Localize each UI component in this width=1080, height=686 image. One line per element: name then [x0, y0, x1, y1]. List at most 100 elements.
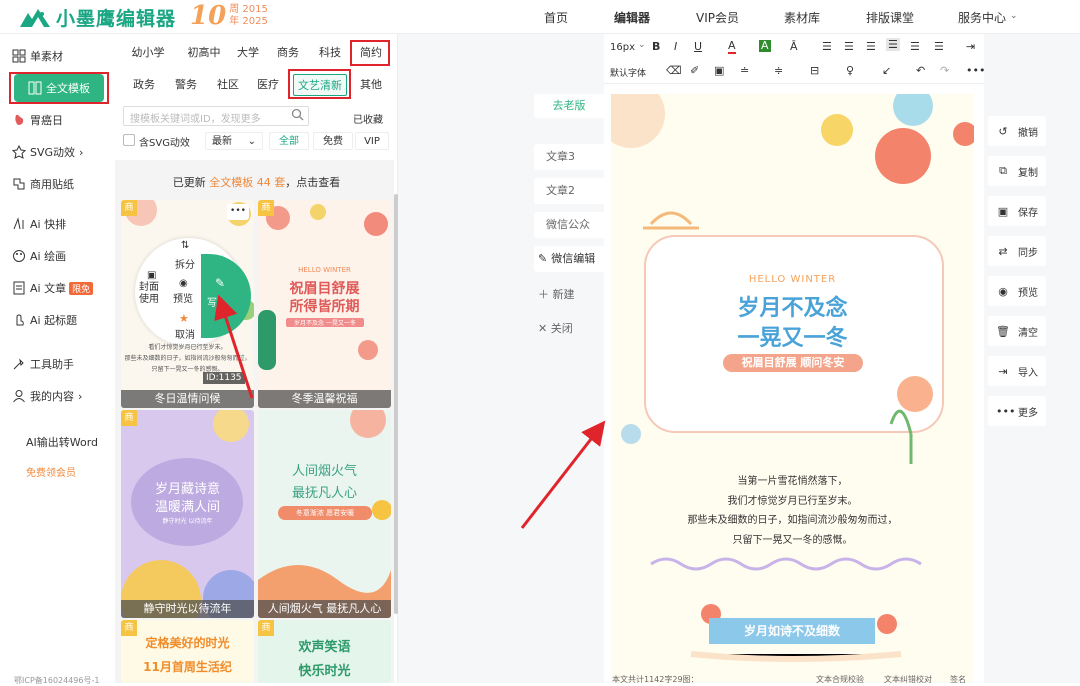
tag-medical[interactable]: 医疗	[251, 74, 285, 96]
font-size-select[interactable]: 16px	[610, 42, 635, 53]
close-article-button[interactable]: ✕ 关闭	[538, 320, 573, 336]
font-color-icon[interactable]: A	[728, 40, 736, 54]
preview-button[interactable]: ◉ 预览	[988, 276, 1046, 306]
import-icon[interactable]: ⇥	[966, 40, 975, 53]
nav-course[interactable]: 排版课堂	[866, 9, 914, 26]
article-tab-3[interactable]: 文章3	[534, 144, 604, 170]
undo-button[interactable]: ↺ 撤销	[988, 116, 1046, 146]
bold-icon[interactable]: B	[652, 40, 660, 53]
undo-icon[interactable]: ↶	[916, 64, 925, 77]
template-card-winter-greeting[interactable]: ✎ 写入 ⇅ 拆分 ▣ 封面使用 ◉ 预览 ★ 取消 看们才惊觉岁月已行至岁末。…	[121, 200, 254, 408]
article-tab-2[interactable]: 文章2	[534, 178, 604, 204]
logo[interactable]: 小墨鹰编辑器	[18, 4, 176, 31]
image-icon[interactable]: ▣	[714, 64, 724, 77]
filter-all[interactable]: 全部	[269, 132, 309, 150]
more-icon[interactable]: •••	[966, 64, 985, 77]
spacing-icon[interactable]: ≑	[774, 64, 783, 77]
italic-icon[interactable]: I	[674, 40, 677, 53]
divider-icon[interactable]: ≐	[740, 64, 749, 77]
new-article-button[interactable]: ＋ 新建	[538, 286, 575, 302]
nav-home[interactable]: 首页	[544, 9, 568, 26]
sidebar-item-ai-article[interactable]: Ai 文章 限免	[12, 274, 108, 302]
cancel-button[interactable]: 取消	[175, 326, 195, 341]
align-justify-icon[interactable]: ☰	[886, 38, 900, 51]
preview-button[interactable]: 预览	[173, 290, 193, 305]
old-version-button[interactable]: 去老版	[534, 94, 604, 118]
svg-checkbox[interactable]	[123, 134, 135, 146]
nav-service[interactable]: 服务中心	[958, 9, 1006, 26]
template-card-winter-wish[interactable]: HELLO WINTER 祝眉目舒展 所得皆所期 岁月不及念 一晃又一冬 商 冬…	[258, 200, 391, 408]
sidebar-item-stomach-day[interactable]: 胃癌日	[12, 106, 108, 134]
search-input[interactable]: 搜模板关键词或ID，发现更多	[123, 106, 309, 126]
arrow-icon[interactable]: ↙	[882, 64, 891, 77]
search-icon[interactable]	[291, 108, 304, 124]
template-card-fireworks[interactable]: 人间烟火气 最抚凡人心 冬意渐浓 愿君安暖 人间烟火气 最抚凡人心	[258, 410, 391, 618]
chevron-down-icon[interactable]: ⌄	[1010, 11, 1018, 21]
nav-materials[interactable]: 素材库	[784, 9, 820, 26]
article-tab-wechat[interactable]: 微信公众	[534, 212, 604, 238]
tag-middle-high[interactable]: 初高中	[179, 42, 229, 64]
sidebar-item-single[interactable]: 单素材	[12, 42, 108, 70]
cover-button[interactable]: 封面使用	[139, 282, 167, 306]
tag-simple[interactable]: 简约	[355, 42, 387, 64]
proofread-link[interactable]: 文本纠错校对	[884, 674, 932, 685]
template-panel: 幼小学 初高中 大学 商务 科技 简约 政务 警务 社区 医疗 文艺清新 其他 …	[115, 34, 398, 683]
save-button[interactable]: ▣ 保存	[988, 196, 1046, 226]
sidebar-item-full-template[interactable]: 全文模板	[14, 74, 104, 102]
tag-primary[interactable]: 幼小学	[123, 42, 173, 64]
template-card-laughter[interactable]: 欢声笑语 快乐时光 商	[258, 620, 391, 683]
sync-button[interactable]: ⇄ 同步	[988, 236, 1046, 266]
redo-icon[interactable]: ↷	[940, 64, 949, 77]
favorites-link[interactable]: 已收藏	[353, 111, 383, 126]
signature-link[interactable]: 签名	[950, 674, 966, 685]
frame-icon[interactable]: ⊟	[810, 64, 819, 77]
underline-icon[interactable]: U	[694, 40, 702, 53]
tag-gov[interactable]: 政务	[127, 74, 161, 96]
highlight-color-icon[interactable]: A	[759, 40, 771, 52]
tag-other[interactable]: 其他	[355, 74, 387, 96]
filter-vip[interactable]: VIP	[355, 132, 389, 150]
eraser-icon[interactable]: ⌫	[666, 64, 682, 77]
font-family-select[interactable]: 默认字体	[610, 66, 646, 79]
split-button[interactable]: 拆分	[175, 256, 195, 271]
template-card-good-times[interactable]: 定格美好的时光 11月首周生活纪 商	[121, 620, 254, 683]
more-button[interactable]: •••	[227, 204, 249, 220]
bulb-icon[interactable]: ♀	[846, 64, 854, 77]
sidebar-item-my-content[interactable]: 我的内容 ›	[12, 382, 108, 410]
line-height-icon[interactable]: ☰	[934, 40, 944, 53]
free-vip-link[interactable]: 免费领会员	[26, 464, 76, 479]
update-notice[interactable]: 已更新 全文模板 44 套，点击查看	[115, 174, 398, 190]
clear-format-icon[interactable]: Ā	[790, 40, 798, 53]
tag-university[interactable]: 大学	[231, 42, 265, 64]
align-center-icon[interactable]: ☰	[844, 40, 854, 53]
align-left-icon[interactable]: ☰	[822, 40, 832, 53]
clear-button[interactable]: 🗑 清空	[988, 316, 1046, 346]
ai-word-link[interactable]: AI输出转Word	[26, 434, 98, 450]
tag-literary[interactable]: 文艺清新	[293, 74, 347, 96]
poster-preview[interactable]: HELLO WINTER 岁月不及念 一晃又一冬 祝眉目舒展 顺问冬安 当第一片…	[611, 94, 974, 683]
nav-editor[interactable]: 编辑器	[614, 9, 650, 26]
anniversary-badge: 10 周 2015 年 2025	[190, 1, 268, 31]
sidebar-item-stickers[interactable]: 商用贴纸	[12, 170, 108, 198]
nav-vip[interactable]: VIP会员	[696, 9, 739, 26]
copy-button[interactable]: ⧉ 复制	[988, 156, 1046, 186]
sidebar-item-ai-draw[interactable]: Ai 绘画	[12, 242, 108, 270]
article-tab-wechat-edit[interactable]: ✎ 微信编辑	[534, 246, 604, 272]
template-card-quiet-time[interactable]: 岁月藏诗意 温暖满人间 静守时光 以待流年 商 静守时光以待流年	[121, 410, 254, 618]
tag-tech[interactable]: 科技	[313, 42, 347, 64]
tag-police[interactable]: 警务	[169, 74, 203, 96]
more-button[interactable]: ••• 更多	[988, 396, 1046, 426]
tag-community[interactable]: 社区	[211, 74, 245, 96]
sidebar-item-ai-title[interactable]: Ai 起标题	[12, 306, 108, 334]
indent-icon[interactable]: ☰	[910, 40, 920, 53]
brush-icon[interactable]: ✐	[690, 64, 699, 77]
import-button[interactable]: ⇥ 导入	[988, 356, 1046, 386]
sidebar-item-ai-layout[interactable]: Ai 快排	[12, 210, 108, 238]
sidebar-item-svg[interactable]: SVG动效 ›	[11, 138, 108, 166]
filter-free[interactable]: 免费	[313, 132, 353, 150]
align-right-icon[interactable]: ☰	[866, 40, 876, 53]
sidebar-item-tools[interactable]: 工具助手	[12, 350, 108, 378]
compliance-check-link[interactable]: 文本合规校验	[816, 674, 864, 685]
sort-select[interactable]: 最新 ⌄	[205, 132, 263, 150]
tag-business[interactable]: 商务	[271, 42, 305, 64]
